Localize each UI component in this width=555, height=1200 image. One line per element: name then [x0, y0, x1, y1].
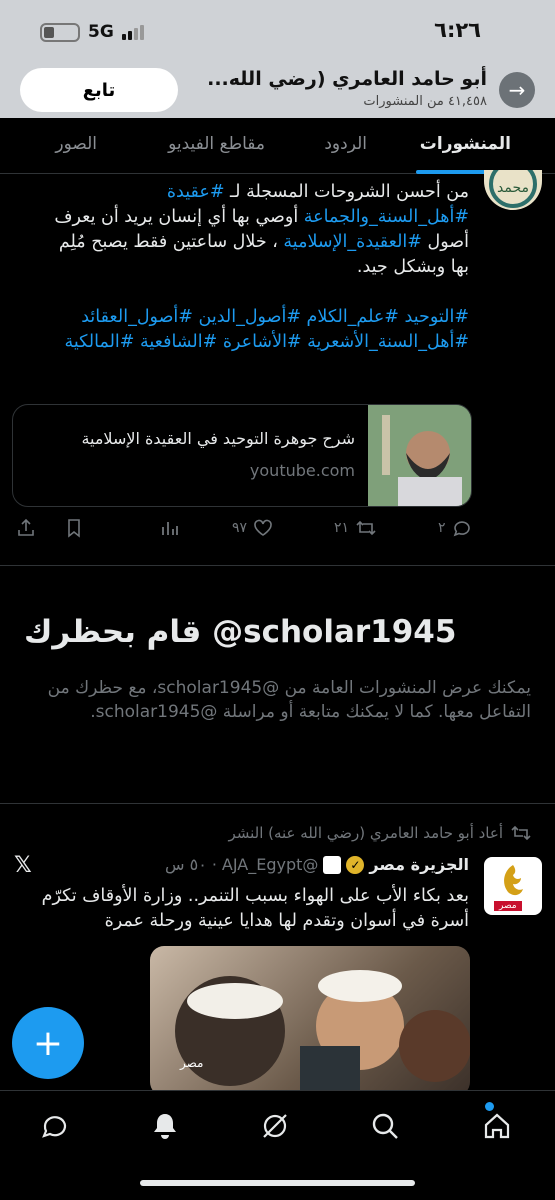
nav-notifications[interactable]: [148, 1109, 182, 1143]
retweet-icon: [511, 825, 531, 841]
nav-home[interactable]: [480, 1109, 514, 1143]
card-title: شرح جوهرة التوحيد في العقيدة الإسلامية: [81, 429, 355, 448]
reply-count: ٢: [438, 520, 446, 536]
retweet-button[interactable]: ٢١: [334, 518, 377, 538]
hashtag[interactable]: #العقيدة_الإسلامية: [283, 232, 422, 252]
tweet-text-segment: ، خلال ساعتين فقط يصبح مُلِم: [58, 232, 284, 252]
avatar-label: مصر: [494, 901, 522, 911]
profile-tabs: المنشورات الردود مقاطع الفيديو الصور: [0, 118, 555, 174]
share-icon: [18, 518, 34, 536]
blocked-message: يمكنك عرض المنشورات العامة من @scholar19…: [47, 678, 531, 722]
tab-replies[interactable]: الردود: [324, 134, 367, 154]
calligraphy-logo-icon: محمد: [489, 170, 537, 208]
plus-icon: +: [32, 1022, 64, 1064]
nav-search[interactable]: [368, 1109, 402, 1143]
retweet-note-text: أعاد أبو حامد العامري (رضي الله عنه) الن…: [228, 824, 503, 842]
bell-icon: [154, 1114, 176, 1139]
svg-text:محمد: محمد: [497, 180, 529, 196]
status-indicators: 5G: [40, 22, 144, 42]
bookmark-button[interactable]: [64, 518, 84, 538]
nav-messages[interactable]: [38, 1109, 72, 1143]
affiliate-badge-icon: [323, 855, 342, 874]
tweet-line-1: من أحسن الشروحات المسجلة لـ #عقيدة: [29, 180, 469, 205]
network-label: 5G: [88, 22, 114, 42]
tweet-header: الجزيرة مصر ✓ @AJA_Egypt · ٥٠ س: [165, 855, 469, 874]
verified-badge-icon: ✓: [346, 855, 365, 874]
views-icon: [162, 522, 178, 535]
grok-icon: [263, 1114, 287, 1138]
retweet-icon: [356, 520, 376, 536]
chat-icon: [42, 1116, 67, 1138]
tweet-text-segment: من أحسن الشروحات المسجلة لـ: [224, 182, 469, 202]
signal-icon: [121, 24, 144, 40]
posts-count: ٤١,٤٥٨ من المنشورات: [363, 94, 487, 109]
hashtags-line-2[interactable]: #أهل_السنة_الأشعرية #الأشاعرة #الشافعية …: [29, 330, 469, 355]
tab-posts[interactable]: المنشورات: [420, 134, 511, 154]
views-button[interactable]: [160, 518, 180, 538]
hashtags-line-1[interactable]: #التوحيد #علم_الكلام #أصول_الدين #أصول_ا…: [29, 305, 469, 330]
video-thumbnail-image: [175, 970, 470, 1096]
compose-button[interactable]: +: [12, 1007, 84, 1079]
hashtag[interactable]: #عقيدة: [167, 182, 225, 202]
card-thumbnail: [368, 405, 471, 506]
battery-icon: [40, 22, 80, 42]
search-icon: [372, 1113, 398, 1139]
retweet-count: ٢١: [334, 520, 350, 536]
tweet-text-segment: أصول: [421, 232, 469, 252]
heart-icon: [254, 519, 272, 536]
tweet-line-2: #أهل_السنة_والجماعة أوصي بها أي إنسان ير…: [29, 205, 469, 230]
dot-separator: ·: [211, 855, 217, 874]
home-icon: [484, 1113, 510, 1139]
profile-header: → أبو حامد العامري (رضي الله... ٤١,٤٥٨ م…: [0, 62, 555, 118]
arrow-right-icon: →: [508, 78, 526, 102]
reply-button[interactable]: ٢: [438, 518, 472, 538]
status-time: ٦:٢٦: [434, 18, 481, 42]
tweet-body: من أحسن الشروحات المسجلة لـ #عقيدة #أهل_…: [29, 180, 469, 355]
tab-photos[interactable]: الصور: [55, 134, 97, 154]
hashtag[interactable]: #أهل_السنة_والجماعة: [304, 207, 469, 227]
tweet-line-3: أصول #العقيدة_الإسلامية ، خلال ساعتين فق…: [29, 230, 469, 255]
bookmark-icon: [68, 519, 80, 538]
author-name[interactable]: الجزيرة مصر: [369, 855, 469, 874]
tweet-media[interactable]: مصر: [150, 946, 470, 1096]
tweet-text-segment: أوصي بها أي إنسان يريد أن يعرف: [54, 207, 304, 227]
follow-button[interactable]: تابع: [20, 68, 178, 112]
status-bar: 5G ٦:٢٦: [0, 0, 555, 62]
card-domain: youtube.com: [249, 461, 355, 480]
retweet-note: أعاد أبو حامد العامري (رضي الله عنه) الن…: [228, 824, 531, 842]
reply-icon: [453, 521, 470, 537]
like-button[interactable]: ٩٧: [232, 518, 273, 538]
divider: [0, 565, 555, 566]
video-thumbnail-image: [368, 405, 471, 506]
media-watermark: مصر: [180, 1056, 204, 1070]
home-indicator: [140, 1180, 415, 1186]
like-count: ٩٧: [232, 520, 248, 536]
tab-videos[interactable]: مقاطع الفيديو: [168, 134, 265, 154]
tweet-line-2: أسرة في أسوان وتقدم لها هدايا عينية ورحل…: [104, 911, 469, 931]
link-card[interactable]: شرح جوهرة التوحيد في العقيدة الإسلامية y…: [12, 404, 472, 507]
back-button[interactable]: →: [499, 72, 535, 108]
avatar[interactable]: محمد: [484, 170, 542, 210]
tweet-line-4: بها وبشكل جيد.: [356, 257, 469, 277]
profile-name: أبو حامد العامري (رضي الله...: [207, 68, 487, 90]
divider: [0, 803, 555, 804]
blocked-title: قام بحظرك @scholar1945: [24, 614, 457, 650]
tweet-time: ٥٠ س: [165, 855, 207, 874]
author-handle[interactable]: @AJA_Egypt: [222, 855, 319, 874]
nav-grok[interactable]: [258, 1109, 292, 1143]
avatar[interactable]: مصر: [484, 857, 542, 915]
tweet-body: بعد بكاء الأب على الهواء بسبب التنمر.. و…: [29, 884, 469, 934]
tweet-actions: ٢ ٢١ ٩٧: [0, 512, 555, 548]
home-unread-dot: [485, 1102, 494, 1111]
share-button[interactable]: [16, 518, 36, 538]
x-logo-icon[interactable]: 𝕏: [14, 853, 32, 878]
tweet-line-1: بعد بكاء الأب على الهواء بسبب التنمر.. و…: [41, 886, 469, 906]
